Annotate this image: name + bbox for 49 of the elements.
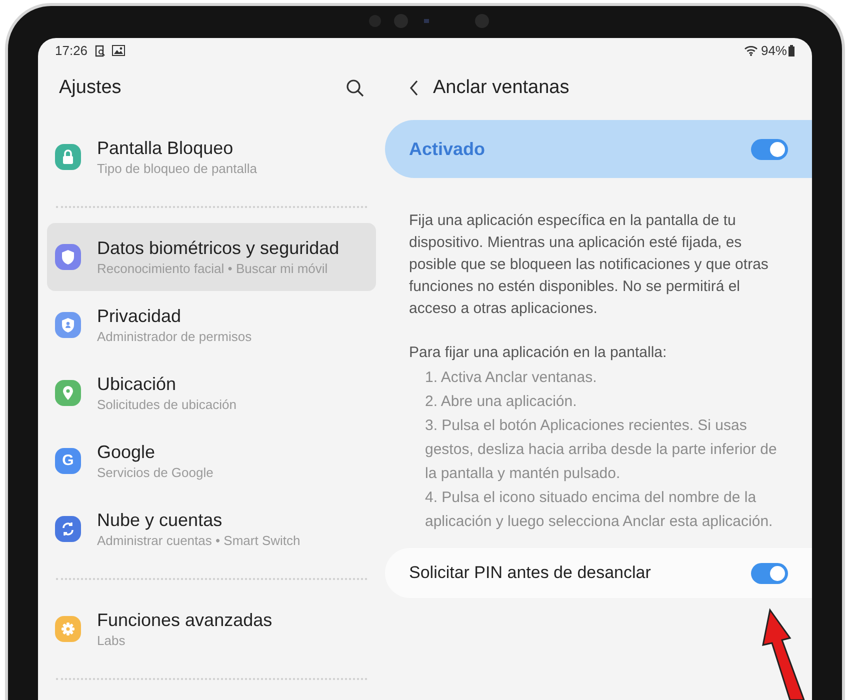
pin-setting-row[interactable]: Solicitar PIN antes de desanclar	[385, 548, 812, 598]
item-subtitle: Servicios de Google	[97, 464, 214, 482]
settings-item[interactable]: Ubicación Solicitudes de ubicación	[47, 359, 376, 427]
screenshot-icon	[94, 44, 106, 56]
instruction-step: 3. Pulsa el botón Aplicaciones recientes. Si usas gestos, desliza hacia arriba desde la parte inferior de la pantalla y mantén pulsado.	[425, 414, 777, 486]
toggle-switch[interactable]	[751, 138, 788, 160]
item-subtitle: Administrar cuentas • Smart Switch	[97, 532, 300, 550]
sync-icon	[55, 516, 81, 542]
item-title: Funciones avanzadas	[97, 608, 272, 632]
battery-icon	[788, 44, 795, 56]
item-title: Google	[97, 440, 156, 464]
item-title: Ubicación	[97, 372, 178, 396]
instruction-step: 2. Abre una aplicación.	[425, 390, 777, 414]
instructions-title: Para fijar una aplicación en la pantalla:	[409, 343, 668, 363]
item-subtitle: Solicitudes de ubicación	[97, 396, 236, 414]
item-title: Nube y cuentas	[97, 508, 224, 532]
battery-percentage: 94%	[760, 42, 787, 60]
settings-item[interactable]: Privacidad Administrador de permisos	[47, 291, 376, 359]
toggle-switch[interactable]	[751, 562, 788, 584]
instruction-step: 4. Pulsa el icono situado encima del nombre de la aplicación y luego selecciona Anclar esta aplicación.	[425, 486, 777, 534]
back-icon[interactable]	[409, 80, 419, 96]
gear-icon	[55, 616, 81, 642]
page-title: Anclar ventanas	[433, 76, 570, 100]
search-icon[interactable]	[346, 79, 364, 97]
master-switch-label: Activado	[409, 138, 486, 160]
shield-icon	[55, 244, 81, 270]
image-icon	[112, 45, 125, 56]
item-subtitle: Administrador de permisos	[97, 328, 252, 346]
lock-icon	[55, 144, 81, 170]
item-title: Pantalla Bloqueo	[97, 136, 234, 160]
location-pin-icon	[55, 380, 81, 406]
item-subtitle: Tipo de bloqueo de pantalla	[97, 160, 257, 178]
settings-item[interactable]: Datos biométricos y seguridad Reconocimiento facial • Buscar mi móvil	[47, 223, 376, 291]
item-subtitle: Reconocimiento facial • Buscar mi móvil	[97, 260, 329, 278]
settings-item[interactable]: Pantalla Bloqueo Tipo de bloqueo de pantalla	[47, 123, 376, 191]
item-subtitle: Labs	[97, 632, 126, 650]
settings-item[interactable]: Nube y cuentas Administrar cuentas • Smart Switch	[47, 495, 376, 563]
settings-item[interactable]: G Google Servicios de Google	[47, 427, 376, 495]
item-title: Datos biométricos y seguridad	[97, 236, 340, 260]
pin-setting-label: Solicitar PIN antes de desanclar	[409, 562, 651, 584]
google-icon: G	[55, 448, 81, 474]
settings-item[interactable]: Funciones avanzadas Labs	[47, 595, 376, 663]
instruction-step: 1. Activa Anclar ventanas.	[425, 366, 777, 390]
wifi-icon	[744, 45, 758, 56]
description: Fija una aplicación específica en la pantalla de tu dispositivo. Mientras una aplicación esté fijada, es posible que se bloqueen las notificaciones y que otras funciones no estén disponibles. No se permitirá el acceso a otras aplicaciones.	[409, 211, 770, 319]
settings-title: Ajustes	[59, 76, 122, 100]
shield-person-icon	[55, 312, 81, 338]
item-title: Privacidad	[97, 304, 182, 328]
status-time: 17:26	[55, 42, 88, 60]
